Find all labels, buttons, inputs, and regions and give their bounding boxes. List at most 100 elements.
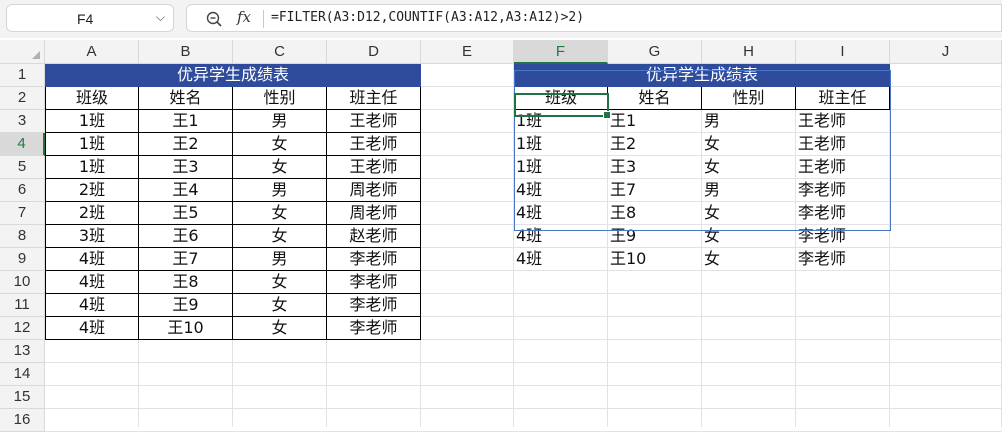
row-header-1[interactable]: 1	[0, 64, 45, 87]
result-table-cell[interactable]: 女	[702, 248, 796, 271]
source-table-cell[interactable]: 李老师	[327, 248, 421, 271]
column-header-c[interactable]: C	[233, 40, 327, 64]
source-table-header-cell[interactable]: 班主任	[327, 87, 421, 110]
source-table-cell[interactable]: 王老师	[327, 110, 421, 133]
source-table-cell[interactable]: 1班	[45, 156, 139, 179]
source-table-cell[interactable]: 女	[233, 133, 327, 156]
source-table-cell[interactable]: 王1	[139, 110, 233, 133]
column-header-e[interactable]: E	[421, 40, 514, 64]
select-all-corner[interactable]	[0, 40, 45, 64]
source-table-cell[interactable]: 王5	[139, 202, 233, 225]
column-header-f[interactable]: F	[514, 40, 608, 64]
source-table-cell[interactable]: 4班	[45, 271, 139, 294]
source-table-cell[interactable]: 女	[233, 156, 327, 179]
source-table-cell[interactable]: 2班	[45, 179, 139, 202]
column-header-i[interactable]: I	[796, 40, 890, 64]
source-table-cell[interactable]: 男	[233, 110, 327, 133]
result-table-cell[interactable]: 女	[702, 133, 796, 156]
result-table-cell[interactable]: 王2	[608, 133, 702, 156]
name-box[interactable]: F4 ⌵	[6, 4, 174, 32]
result-table-cell[interactable]: 王9	[608, 225, 702, 248]
column-header-g[interactable]: G	[608, 40, 702, 64]
source-table-cell[interactable]: 李老师	[327, 271, 421, 294]
result-table-header-cell[interactable]: 班主任	[796, 87, 890, 110]
result-table-cell[interactable]: 王老师	[796, 156, 890, 179]
source-table-cell[interactable]: 1班	[45, 133, 139, 156]
result-table-cell[interactable]: 李老师	[796, 225, 890, 248]
column-header-b[interactable]: B	[139, 40, 233, 64]
source-table-cell[interactable]: 女	[233, 317, 327, 340]
source-table-cell[interactable]: 男	[233, 179, 327, 202]
source-table-cell[interactable]: 周老师	[327, 179, 421, 202]
source-table-cell[interactable]: 王3	[139, 156, 233, 179]
result-table-cell[interactable]: 李老师	[796, 248, 890, 271]
result-table-cell[interactable]: 1班	[514, 110, 608, 133]
row-header-8[interactable]: 8	[0, 225, 45, 248]
result-table-cell[interactable]: 王3	[608, 156, 702, 179]
result-table-cell[interactable]: 男	[702, 110, 796, 133]
result-table-cell[interactable]: 4班	[514, 202, 608, 225]
result-table-cell[interactable]: 王1	[608, 110, 702, 133]
result-table-cell[interactable]: 男	[702, 179, 796, 202]
row-header-15[interactable]: 15	[0, 386, 45, 409]
row-header-4[interactable]: 4	[0, 133, 45, 156]
source-table-cell[interactable]: 赵老师	[327, 225, 421, 248]
source-table-cell[interactable]: 2班	[45, 202, 139, 225]
formula-input-area[interactable]: fx =FILTER(A3:D12,COUNTIF(A3:A12,A3:A12)…	[186, 4, 1002, 32]
row-header-7[interactable]: 7	[0, 202, 45, 225]
row-header-14[interactable]: 14	[0, 363, 45, 386]
result-table-cell[interactable]: 李老师	[796, 179, 890, 202]
result-table-cell[interactable]: 李老师	[796, 202, 890, 225]
column-header-j[interactable]: J	[890, 40, 1002, 64]
source-table-cell[interactable]: 李老师	[327, 294, 421, 317]
fx-icon[interactable]: fx	[237, 8, 251, 26]
result-table-cell[interactable]: 王8	[608, 202, 702, 225]
source-table-header-cell[interactable]: 性别	[233, 87, 327, 110]
result-table-cell[interactable]: 王10	[608, 248, 702, 271]
result-table-cell[interactable]: 王7	[608, 179, 702, 202]
chevron-down-icon[interactable]: ⌵	[156, 10, 165, 25]
row-header-11[interactable]: 11	[0, 294, 45, 317]
source-table-cell[interactable]: 女	[233, 271, 327, 294]
source-table-cell[interactable]: 1班	[45, 110, 139, 133]
result-table-cell[interactable]: 女	[702, 225, 796, 248]
source-table-cell[interactable]: 王6	[139, 225, 233, 248]
source-table-cell[interactable]: 周老师	[327, 202, 421, 225]
column-header-a[interactable]: A	[45, 40, 139, 64]
row-header-10[interactable]: 10	[0, 271, 45, 294]
formula-text[interactable]: =FILTER(A3:D12,COUNTIF(A3:A12,A3:A12)>2)	[271, 10, 584, 25]
source-table-cell[interactable]: 女	[233, 225, 327, 248]
column-header-d[interactable]: D	[327, 40, 421, 64]
result-table-cell[interactable]: 女	[702, 202, 796, 225]
zoom-icon[interactable]	[205, 10, 223, 28]
result-table-cell[interactable]: 4班	[514, 225, 608, 248]
source-table-cell[interactable]: 男	[233, 248, 327, 271]
source-table-cell[interactable]: 4班	[45, 294, 139, 317]
result-table-cell[interactable]: 王老师	[796, 110, 890, 133]
source-table-cell[interactable]: 王老师	[327, 133, 421, 156]
row-header-13[interactable]: 13	[0, 340, 45, 363]
result-table-header-cell[interactable]: 姓名	[608, 87, 702, 110]
column-header-h[interactable]: H	[702, 40, 796, 64]
source-table-header-cell[interactable]: 姓名	[139, 87, 233, 110]
source-table-cell[interactable]: 女	[233, 294, 327, 317]
row-header-2[interactable]: 2	[0, 87, 45, 110]
result-table-cell[interactable]: 王老师	[796, 133, 890, 156]
row-header-9[interactable]: 9	[0, 248, 45, 271]
row-header-5[interactable]: 5	[0, 156, 45, 179]
row-header-3[interactable]: 3	[0, 110, 45, 133]
source-table-cell[interactable]: 3班	[45, 225, 139, 248]
source-table-cell[interactable]: 王2	[139, 133, 233, 156]
source-table-cell[interactable]: 4班	[45, 248, 139, 271]
source-table-cell[interactable]: 王8	[139, 271, 233, 294]
result-table-cell[interactable]: 1班	[514, 133, 608, 156]
select-all-triangle-icon[interactable]	[32, 51, 40, 59]
result-table-header-cell[interactable]: 班级	[514, 87, 608, 110]
source-table-cell[interactable]: 王7	[139, 248, 233, 271]
result-table-cell[interactable]: 1班	[514, 156, 608, 179]
row-header-6[interactable]: 6	[0, 179, 45, 202]
result-table-cell[interactable]: 4班	[514, 248, 608, 271]
source-table-cell[interactable]: 王4	[139, 179, 233, 202]
source-table-cell[interactable]: 王10	[139, 317, 233, 340]
source-table-header-cell[interactable]: 班级	[45, 87, 139, 110]
